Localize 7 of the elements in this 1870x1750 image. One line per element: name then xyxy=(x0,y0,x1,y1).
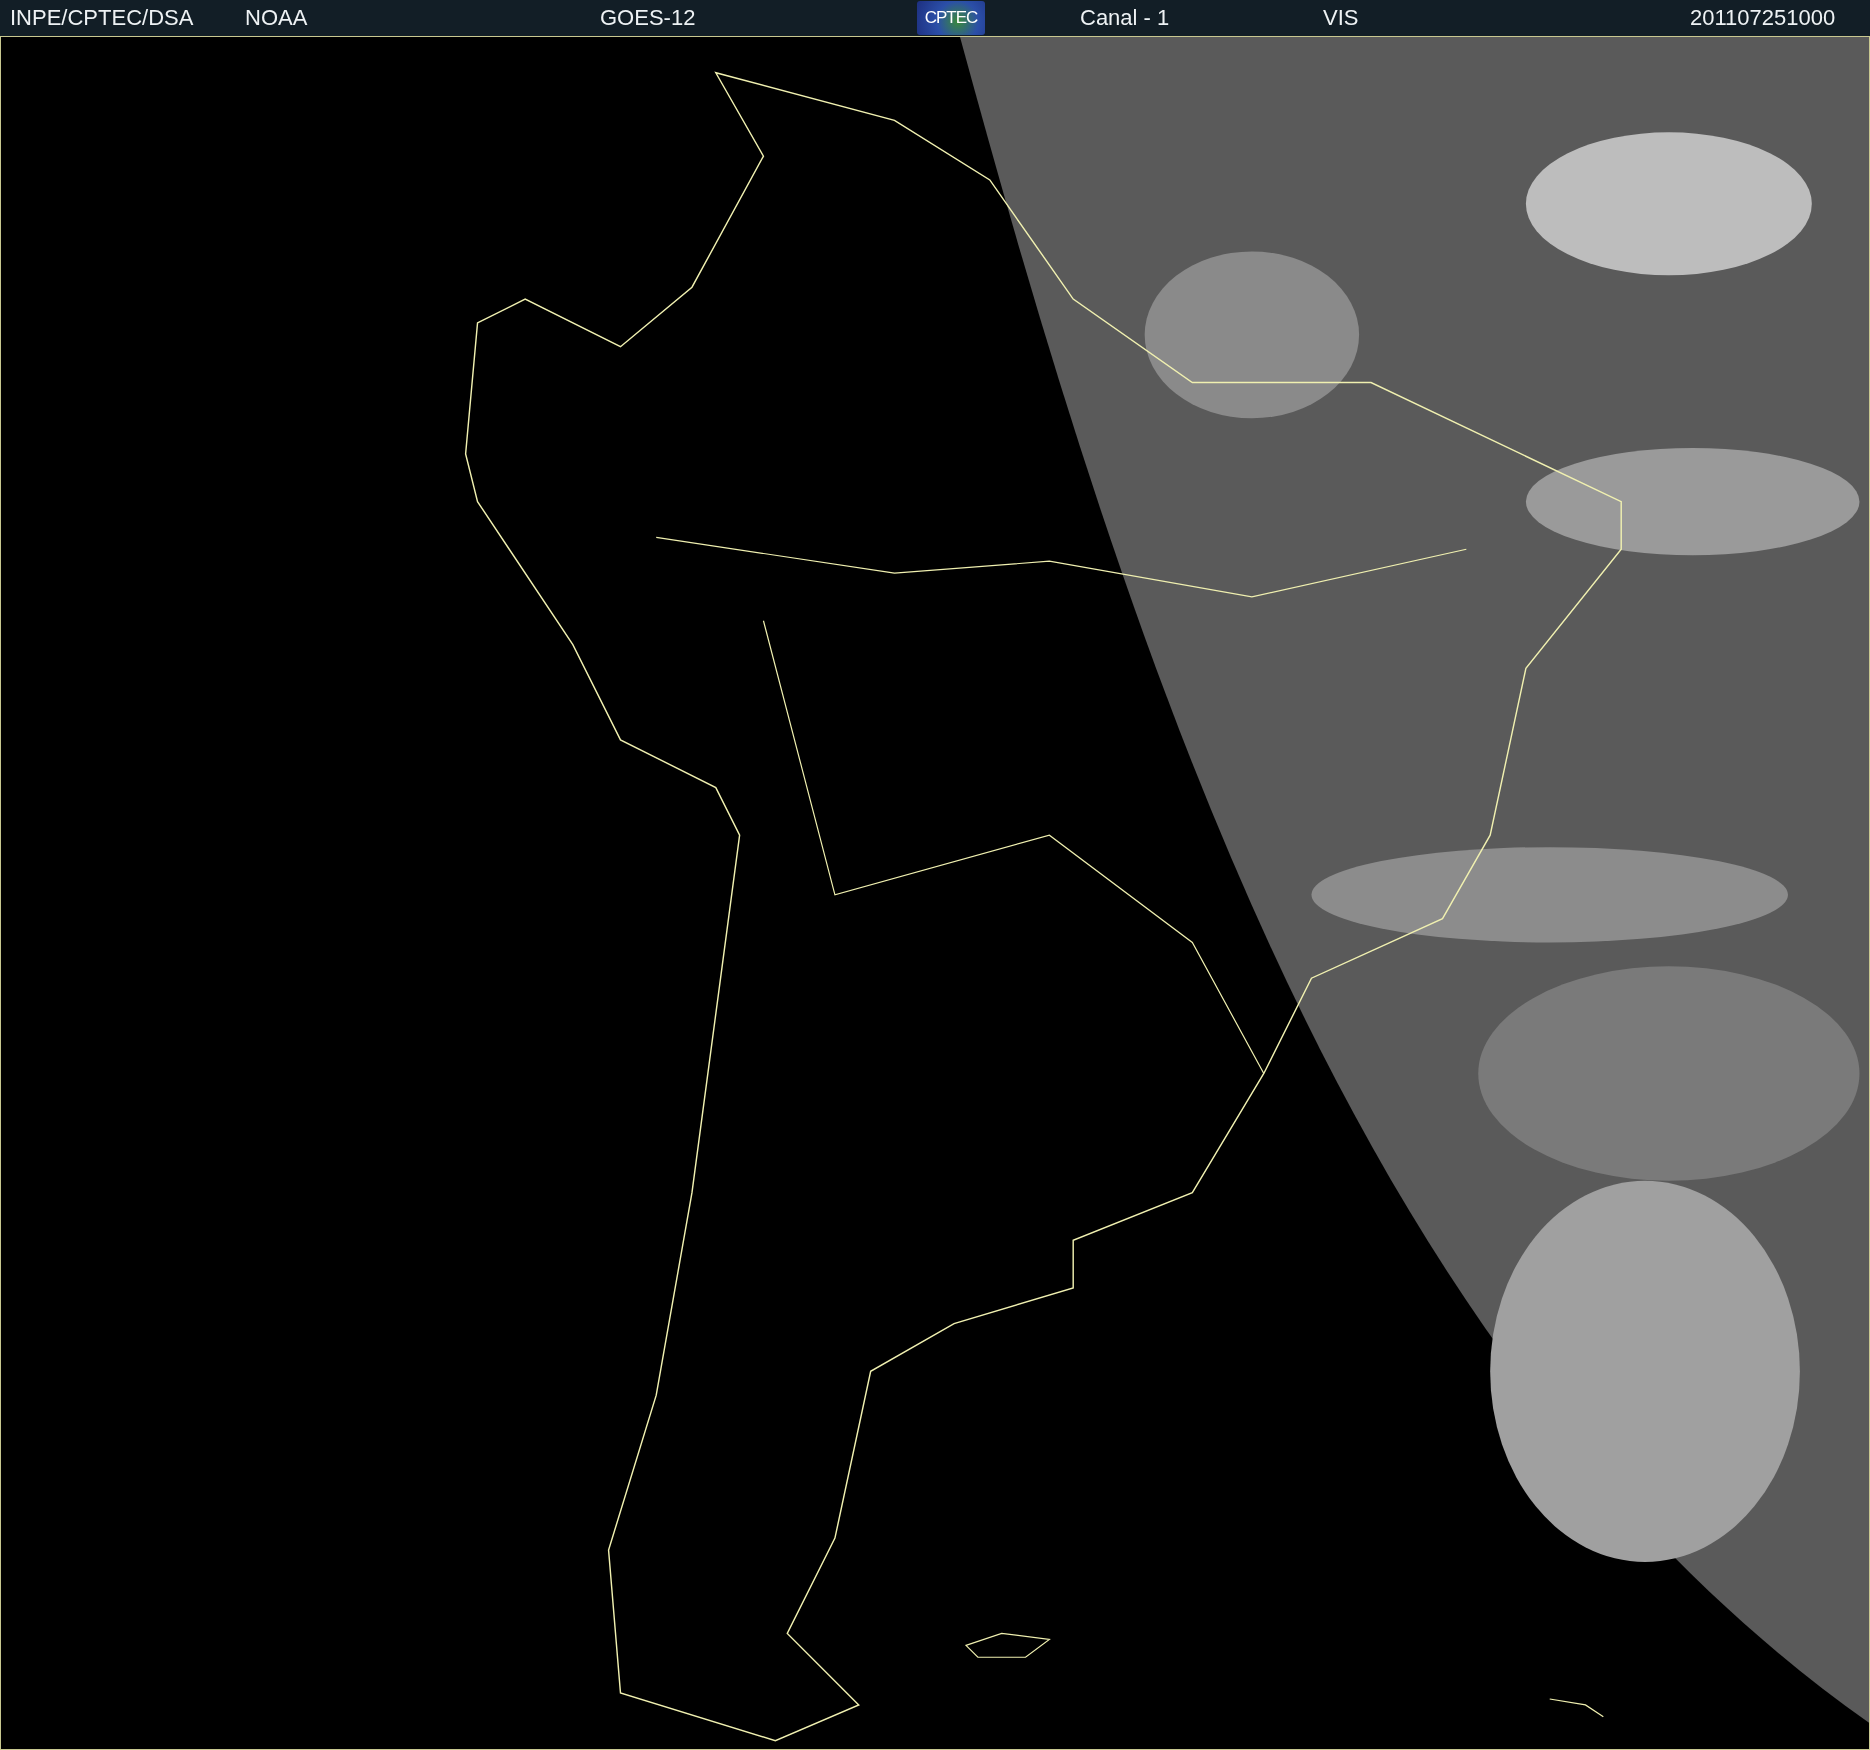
logo: CPTEC xyxy=(917,1,985,35)
header-label: Canal - 1 xyxy=(1080,5,1170,31)
header-label: VIS xyxy=(1323,5,1359,31)
header-label: NOAA xyxy=(245,5,308,31)
header-label: GOES-12 xyxy=(600,5,696,31)
header-label: INPE/CPTEC/DSA xyxy=(10,5,194,31)
header-label: 201107251000 xyxy=(1690,5,1836,31)
